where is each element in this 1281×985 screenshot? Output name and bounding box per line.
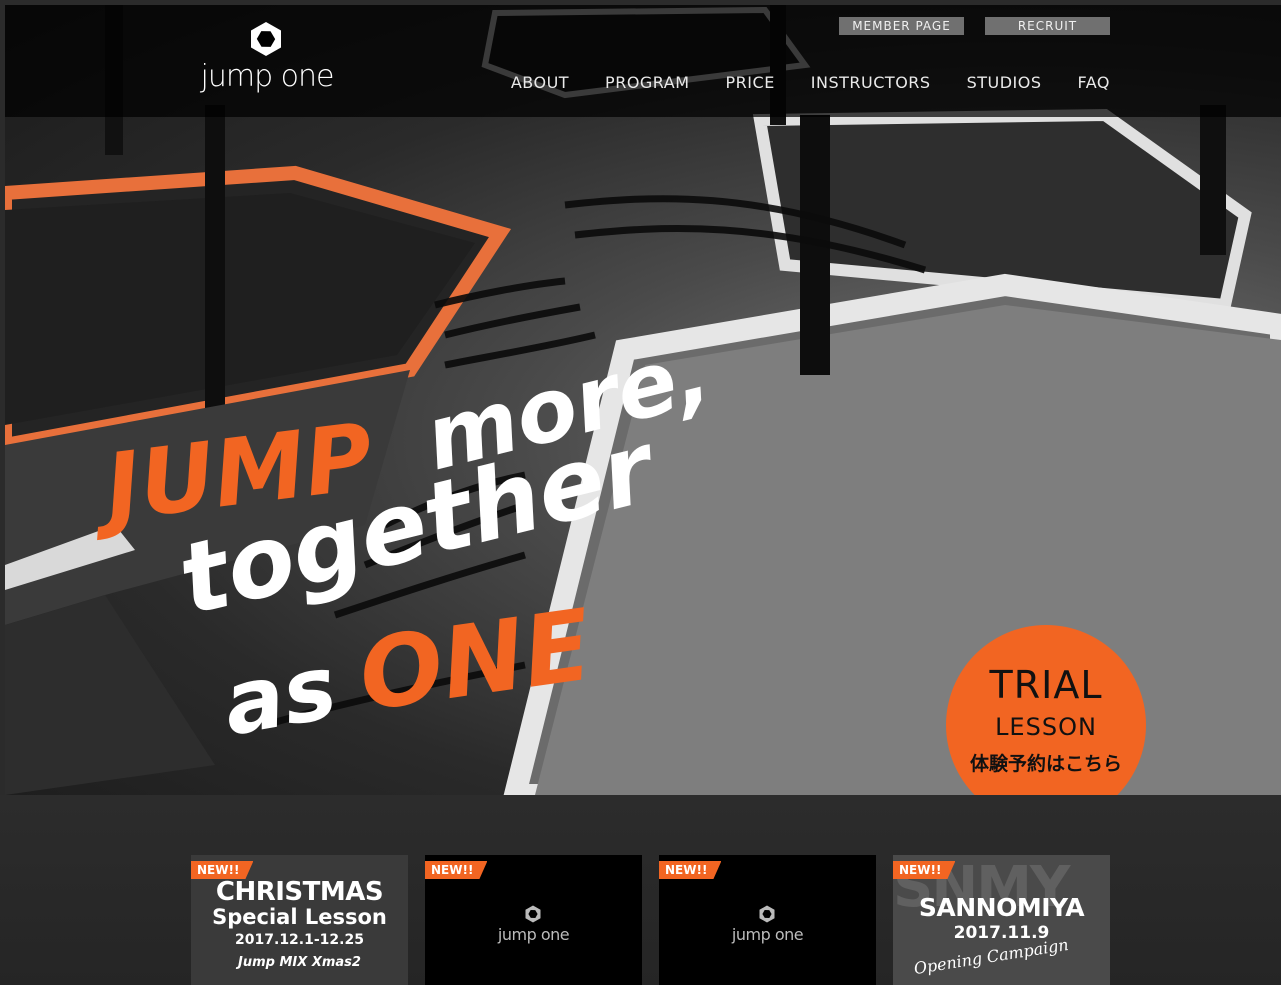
card-logo-text: jump one bbox=[731, 925, 804, 944]
news-card-sannomiya[interactable]: SNMY NEW!! SANNOMIYA 2017.11.9 Opening C… bbox=[893, 855, 1110, 985]
member-page-button[interactable]: MEMBER PAGE bbox=[839, 17, 964, 35]
nav-faq[interactable]: FAQ bbox=[1078, 73, 1111, 92]
hexagon-logo-icon bbox=[251, 22, 281, 56]
card-dates: 2017.12.1-12.25 bbox=[235, 932, 364, 948]
new-badge: NEW!! bbox=[659, 861, 721, 879]
nav-studios[interactable]: STUDIOS bbox=[967, 73, 1042, 92]
nav-about[interactable]: ABOUT bbox=[511, 73, 569, 92]
logo-text: jump one bbox=[200, 59, 335, 94]
tagline-as: as bbox=[216, 635, 344, 756]
news-card-3[interactable]: NEW!! jump one bbox=[659, 855, 876, 985]
page: JUMP more, together as ONE jump one MEMB… bbox=[0, 0, 1281, 985]
trial-subtitle: LESSON bbox=[995, 713, 1097, 741]
news-section: NEW!! CHRISTMAS Special Lesson 2017.12.1… bbox=[0, 795, 1281, 985]
card-title: SANNOMIYA bbox=[918, 893, 1085, 922]
card-note: Jump MIX Xmas2 bbox=[238, 955, 361, 970]
card-logo-text: jump one bbox=[497, 925, 570, 944]
hexagon-logo-icon bbox=[759, 905, 775, 923]
nav-instructors[interactable]: INSTRUCTORS bbox=[811, 73, 931, 92]
nav-program[interactable]: PROGRAM bbox=[605, 73, 689, 92]
hexagon-logo-icon bbox=[525, 905, 541, 923]
trial-title: TRIAL bbox=[989, 663, 1103, 707]
card-subtitle: Special Lesson bbox=[212, 905, 387, 929]
site-header: jump one MEMBER PAGE RECRUIT ABOUT PROGR… bbox=[5, 5, 1281, 117]
news-card-christmas[interactable]: NEW!! CHRISTMAS Special Lesson 2017.12.1… bbox=[191, 855, 408, 985]
trial-japanese: 体験予約はこちら bbox=[969, 753, 1122, 775]
card-title: CHRISTMAS bbox=[215, 877, 384, 907]
nav-price[interactable]: PRICE bbox=[726, 73, 775, 92]
recruit-button[interactable]: RECRUIT bbox=[985, 17, 1110, 35]
tagline-one: ONE bbox=[352, 589, 598, 734]
new-badge: NEW!! bbox=[893, 861, 955, 879]
main-nav: ABOUT PROGRAM PRICE INSTRUCTORS STUDIOS … bbox=[475, 73, 1110, 92]
new-badge: NEW!! bbox=[425, 861, 487, 879]
news-card-2[interactable]: NEW!! jump one bbox=[425, 855, 642, 985]
card-date: 2017.11.9 bbox=[953, 923, 1050, 943]
logo[interactable]: jump one bbox=[191, 19, 343, 101]
